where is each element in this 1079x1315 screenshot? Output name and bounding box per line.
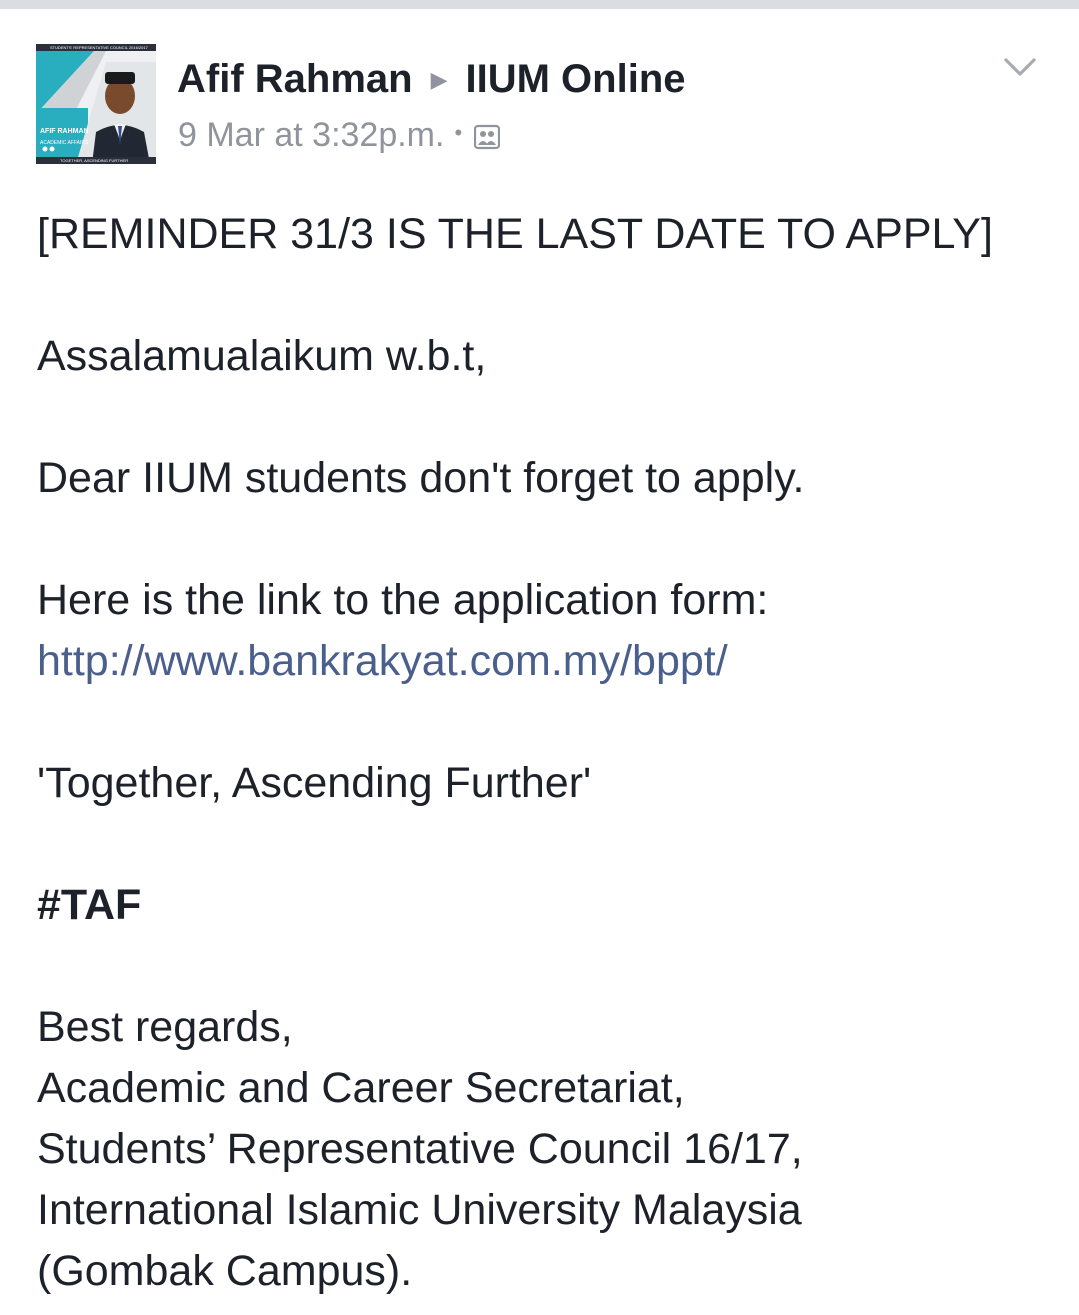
signature-line-4: International Islamic University Malaysi…: [37, 1186, 802, 1234]
author-avatar[interactable]: STUDENTS' REPRESENTATIVE COUNCIL 2016/20…: [36, 44, 156, 164]
avatar-name-text: AFIF RAHMAN: [40, 128, 89, 135]
avatar-footer-text: TOGETHER, ASCENDING FURTHER: [60, 158, 129, 163]
avatar-banner-text: STUDENTS' REPRESENTATIVE COUNCIL 2016/20…: [50, 45, 148, 50]
meta-separator: •: [454, 120, 463, 145]
arrow-right-icon: ▶: [430, 67, 448, 92]
hashtag-link[interactable]: #TAF: [37, 881, 141, 929]
signature-line-2: Academic and Career Secretariat,: [37, 1064, 685, 1112]
signature-line-3: Students’ Representative Council 16/17,: [37, 1125, 803, 1173]
author-name-link[interactable]: Afif Rahman: [177, 57, 413, 101]
avatar-image: [36, 44, 156, 164]
application-form-link[interactable]: http://www.bankrakyat.com.my/bppt/: [37, 637, 728, 685]
post-line-link-intro: Here is the link to the application form…: [37, 576, 769, 624]
post-header: STUDENTS' REPRESENTATIVE COUNCIL 2016/20…: [36, 44, 1056, 166]
signature-line-1: Best regards,: [37, 1003, 293, 1051]
avatar-role-text: ACADEMIC AFFAIRS: [40, 140, 89, 146]
top-divider-strip: [0, 0, 1079, 9]
post-timestamp-link[interactable]: 9 Mar at 3:32p.m.: [178, 116, 444, 154]
post-line-apply: Dear IIUM students don't forget to apply…: [37, 454, 805, 502]
group-audience-icon: [474, 119, 501, 159]
chevron-down-icon: [1004, 58, 1036, 76]
post-title-line: Afif Rahman ▶ IIUM Online: [177, 55, 686, 104]
post-options-button[interactable]: [1000, 50, 1040, 84]
group-name-link[interactable]: IIUM Online: [466, 57, 686, 101]
post-body: [REMINDER 31/3 IS THE LAST DATE TO APPLY…: [37, 204, 1057, 1302]
post-headline: [REMINDER 31/3 IS THE LAST DATE TO APPLY…: [37, 210, 993, 258]
post-greeting: Assalamualaikum w.b.t,: [37, 332, 487, 380]
signature-line-5: (Gombak Campus).: [37, 1247, 413, 1295]
post-tagline: 'Together, Ascending Further': [37, 759, 592, 807]
post-meta: 9 Mar at 3:32p.m. •: [178, 113, 501, 159]
